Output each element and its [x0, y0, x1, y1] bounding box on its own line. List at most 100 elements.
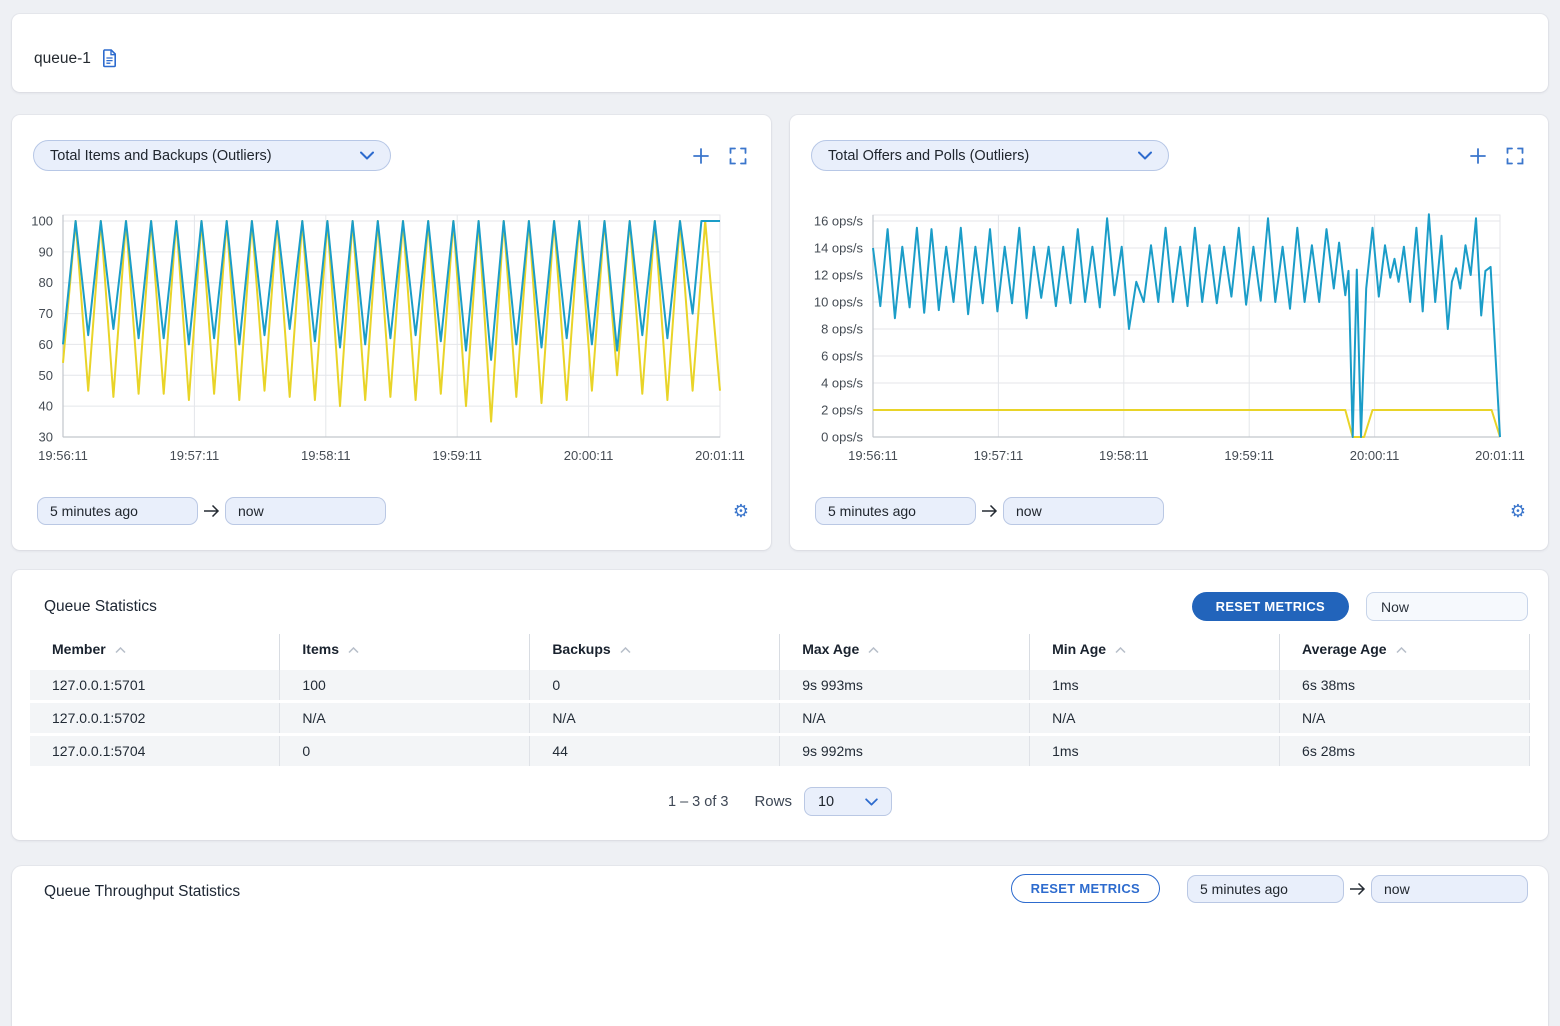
svg-text:16 ops/s: 16 ops/s — [814, 214, 864, 229]
table-cell: 6s 28ms — [1280, 735, 1530, 768]
table-cell: N/A — [780, 702, 1030, 735]
table-cell: 6s 38ms — [1280, 670, 1530, 702]
table-cell: N/A — [1030, 702, 1280, 735]
table-cell: 1ms — [1030, 735, 1280, 768]
table-cell: N/A — [530, 702, 780, 735]
column-header-average-age[interactable]: Average Age — [1280, 634, 1530, 670]
arrow-right-icon — [203, 504, 220, 518]
column-header-backups[interactable]: Backups — [530, 634, 780, 670]
svg-text:20:01:11: 20:01:11 — [695, 448, 745, 463]
gear-icon: ⚙ — [733, 502, 749, 520]
table-cell: 0 — [280, 735, 530, 768]
expand-icon — [729, 147, 747, 165]
svg-text:19:57:11: 19:57:11 — [974, 448, 1024, 463]
chart-settings-button[interactable]: ⚙ — [1510, 502, 1526, 520]
stats-time-input[interactable]: Now — [1366, 592, 1528, 621]
svg-text:20:00:11: 20:00:11 — [1350, 448, 1400, 463]
chevron-up-icon — [348, 647, 359, 654]
metric-selector-value: Total Items and Backups (Outliers) — [50, 148, 272, 164]
time-from-input[interactable]: 5 minutes ago — [37, 497, 198, 525]
svg-text:19:59:11: 19:59:11 — [432, 448, 482, 463]
table-cell: 1ms — [1030, 670, 1280, 702]
svg-text:19:56:11: 19:56:11 — [38, 448, 88, 463]
column-header-member[interactable]: Member — [30, 634, 280, 670]
queue-statistics-section: Queue Statistics RESET METRICS Now Membe… — [12, 570, 1548, 840]
time-to-input[interactable]: now — [1003, 497, 1164, 525]
time-from-input[interactable]: 5 minutes ago — [1187, 875, 1344, 903]
table-cell: 9s 993ms — [780, 670, 1030, 702]
svg-text:20:00:11: 20:00:11 — [564, 448, 614, 463]
table-cell: 127.0.0.1:5701 — [30, 670, 280, 702]
chart-panel-items-backups: Total Items and Backups (Outliers) 100 90… — [12, 115, 771, 550]
svg-text:30: 30 — [39, 430, 53, 445]
table-cell: 0 — [530, 670, 780, 702]
chevron-down-icon — [1138, 151, 1152, 160]
table-cell: 100 — [280, 670, 530, 702]
svg-text:80: 80 — [39, 275, 53, 290]
table-cell: 127.0.0.1:5702 — [30, 702, 280, 735]
svg-text:0 ops/s: 0 ops/s — [821, 430, 863, 445]
svg-text:90: 90 — [39, 244, 53, 259]
time-from-input[interactable]: 5 minutes ago — [815, 497, 976, 525]
rows-per-page-select[interactable]: 10 — [804, 787, 892, 816]
page-title: queue-1 — [34, 50, 91, 68]
arrow-right-icon — [981, 504, 998, 518]
table-cell: 9s 992ms — [780, 735, 1030, 768]
line-chart-items-backups: 1009080706050403019:56:1119:57:1119:58:1… — [12, 200, 771, 470]
chevron-down-icon — [360, 151, 374, 160]
svg-text:60: 60 — [39, 337, 53, 352]
rows-per-page-value: 10 — [818, 794, 834, 810]
chevron-up-icon — [115, 647, 126, 654]
svg-text:50: 50 — [39, 368, 53, 383]
svg-text:19:59:11: 19:59:11 — [1224, 448, 1274, 463]
table-cell: 44 — [530, 735, 780, 768]
chevron-up-icon — [868, 647, 879, 654]
chart-panel-offers-polls: Total Offers and Polls (Outliers) 16 ops… — [790, 115, 1548, 550]
rows-per-page-label: Rows — [754, 793, 792, 810]
queue-throughput-section: Queue Throughput Statistics RESET METRIC… — [12, 866, 1548, 1026]
queue-statistics-table: MemberItemsBackupsMax AgeMin AgeAverage … — [30, 634, 1530, 769]
column-header-max-age[interactable]: Max Age — [780, 634, 1030, 670]
svg-text:20:01:11: 20:01:11 — [1475, 448, 1525, 463]
add-chart-button[interactable] — [692, 147, 710, 165]
svg-text:100: 100 — [31, 214, 53, 229]
reset-metrics-button[interactable]: RESET METRICS — [1011, 874, 1160, 903]
svg-text:12 ops/s: 12 ops/s — [814, 268, 864, 283]
table-row: 127.0.0.1:570110009s 993ms1ms6s 38ms — [30, 670, 1530, 702]
add-chart-button[interactable] — [1469, 147, 1487, 165]
chart-settings-button[interactable]: ⚙ — [733, 502, 749, 520]
time-to-input[interactable]: now — [225, 497, 386, 525]
column-header-items[interactable]: Items — [280, 634, 530, 670]
column-header-min-age[interactable]: Min Age — [1030, 634, 1280, 670]
arrow-right-icon — [1349, 882, 1366, 896]
plus-icon — [692, 147, 710, 165]
svg-text:4 ops/s: 4 ops/s — [821, 376, 863, 391]
plus-icon — [1469, 147, 1487, 165]
line-chart-offers-polls: 16 ops/s14 ops/s12 ops/s10 ops/s8 ops/s6… — [790, 200, 1548, 470]
time-to-input[interactable]: now — [1371, 875, 1528, 903]
svg-text:19:57:11: 19:57:11 — [170, 448, 220, 463]
chevron-up-icon — [1396, 647, 1407, 654]
svg-text:10 ops/s: 10 ops/s — [814, 295, 864, 310]
svg-text:19:58:11: 19:58:11 — [301, 448, 351, 463]
svg-text:2 ops/s: 2 ops/s — [821, 403, 863, 418]
expand-chart-button[interactable] — [1506, 147, 1524, 165]
svg-text:19:58:11: 19:58:11 — [1099, 448, 1149, 463]
queue-header-card: queue-1 — [12, 14, 1548, 92]
table-cell: N/A — [1280, 702, 1530, 735]
svg-text:8 ops/s: 8 ops/s — [821, 322, 863, 337]
gear-icon: ⚙ — [1510, 502, 1526, 520]
metric-selector[interactable]: Total Offers and Polls (Outliers) — [811, 140, 1169, 171]
table-row: 127.0.0.1:5702N/AN/AN/AN/AN/A — [30, 702, 1530, 735]
chevron-down-icon — [865, 798, 878, 806]
expand-icon — [1506, 147, 1524, 165]
metric-selector-value: Total Offers and Polls (Outliers) — [828, 148, 1029, 164]
svg-text:40: 40 — [39, 399, 53, 414]
metric-selector[interactable]: Total Items and Backups (Outliers) — [33, 140, 391, 171]
document-icon[interactable] — [101, 49, 118, 68]
expand-chart-button[interactable] — [729, 147, 747, 165]
chevron-up-icon — [620, 647, 631, 654]
reset-metrics-button[interactable]: RESET METRICS — [1192, 592, 1349, 621]
svg-text:6 ops/s: 6 ops/s — [821, 349, 863, 364]
table-cell: 127.0.0.1:5704 — [30, 735, 280, 768]
